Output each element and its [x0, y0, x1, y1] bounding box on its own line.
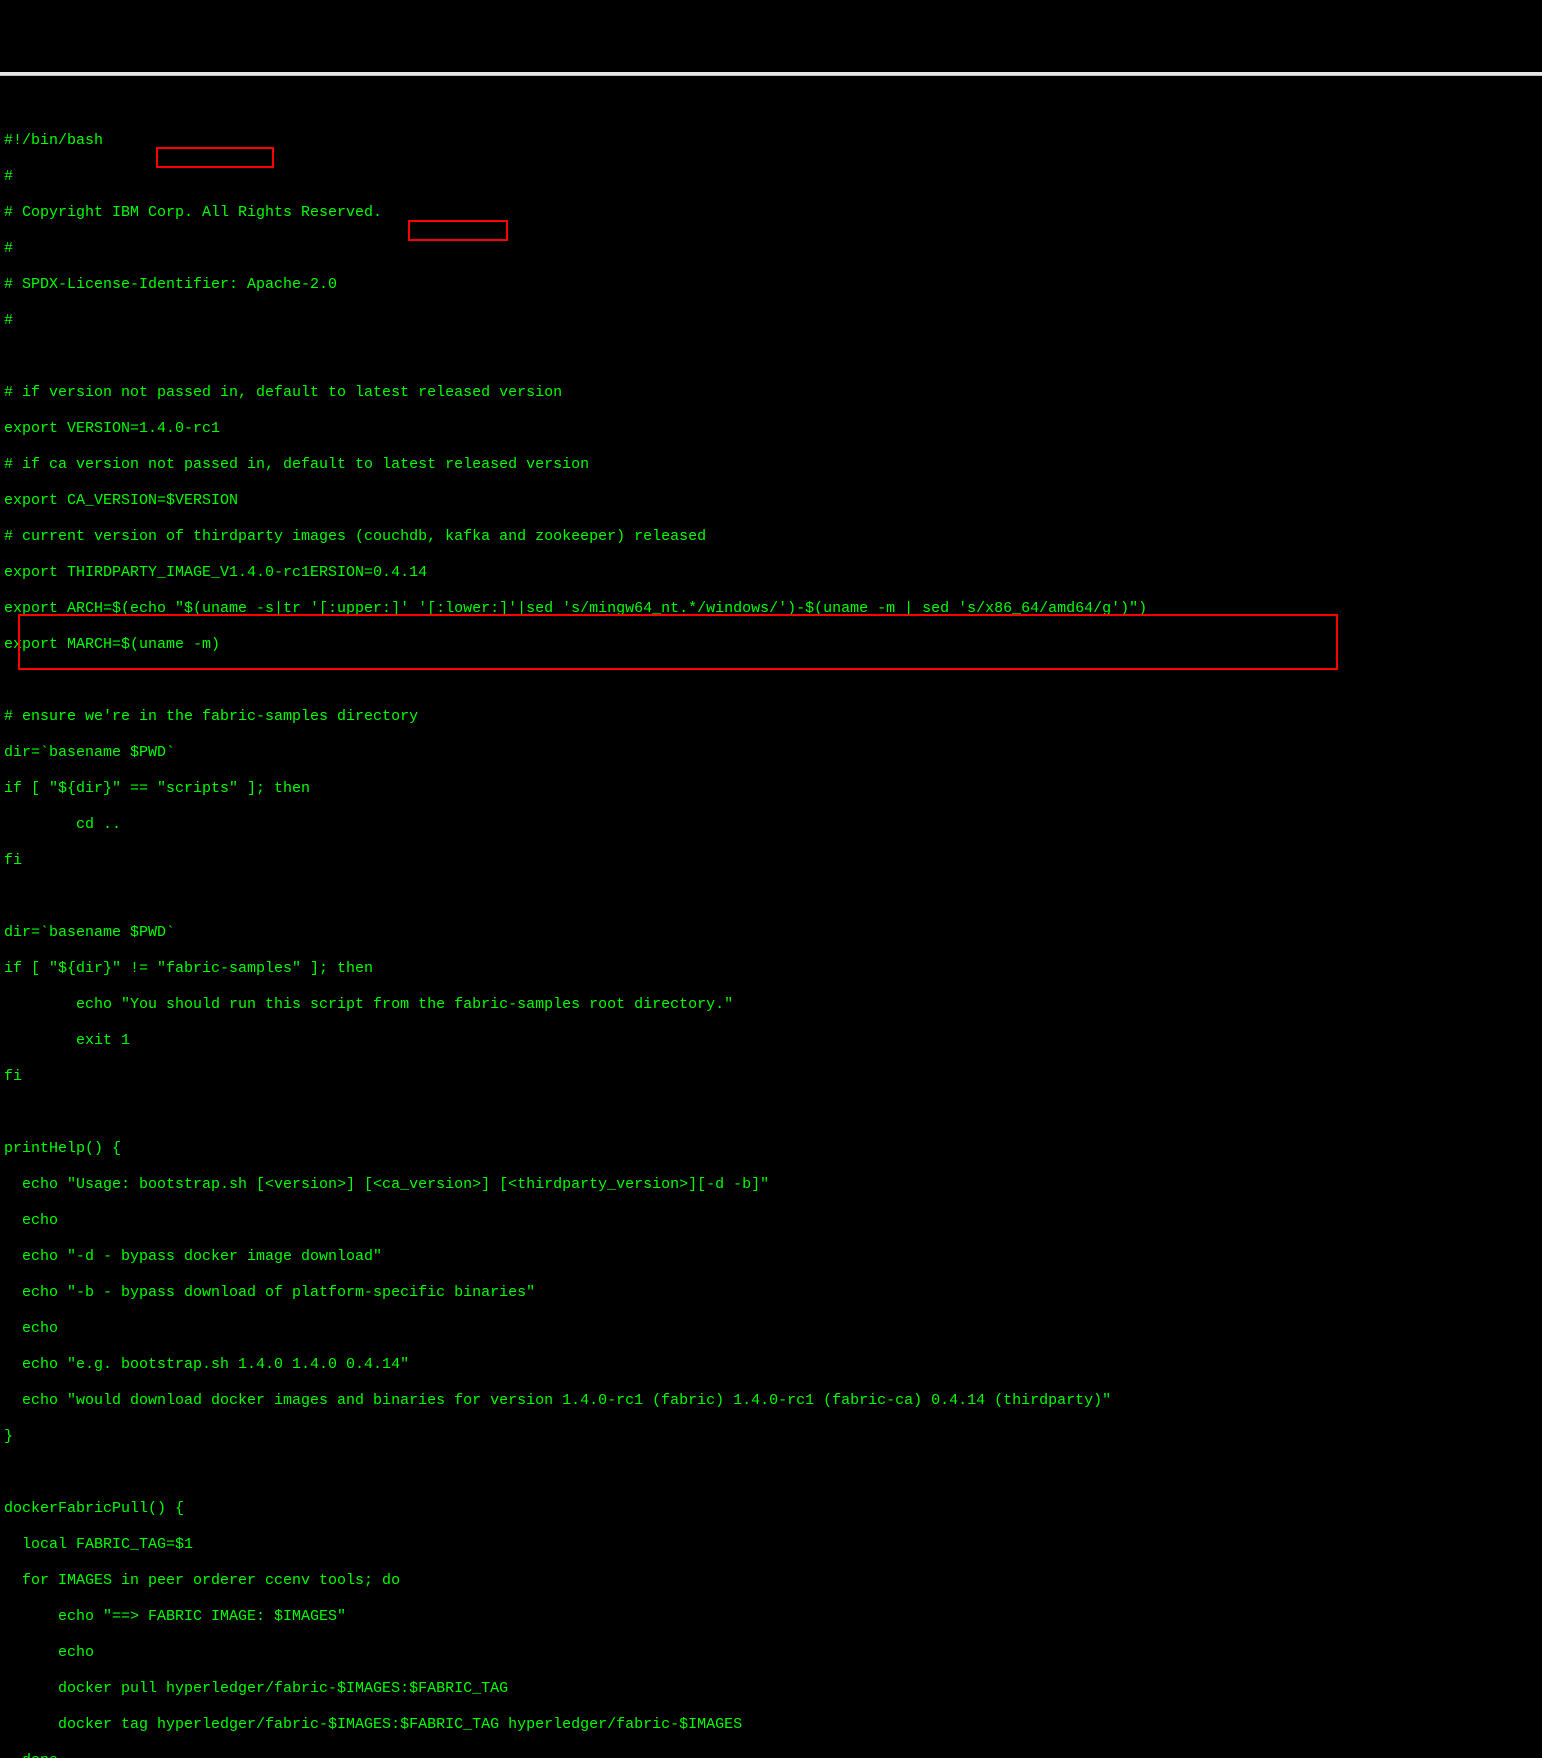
- code-line: docker tag hyperledger/fabric-$IMAGES:$F…: [4, 1716, 1538, 1734]
- code-line: export THIRDPARTY_IMAGE_V1.4.0-rc1ERSION…: [4, 564, 1538, 582]
- code-line: printHelp() {: [4, 1140, 1538, 1158]
- code-line: [4, 348, 1538, 366]
- code-line: echo "==> FABRIC IMAGE: $IMAGES": [4, 1608, 1538, 1626]
- code-line: docker pull hyperledger/fabric-$IMAGES:$…: [4, 1680, 1538, 1698]
- code-line: done: [4, 1752, 1538, 1758]
- code-line: # SPDX-License-Identifier: Apache-2.0: [4, 276, 1538, 294]
- code-line: export VERSION=1.4.0-rc1: [4, 420, 1538, 438]
- code-line: echo "Usage: bootstrap.sh [<version>] [<…: [4, 1176, 1538, 1194]
- code-line: echo: [4, 1644, 1538, 1662]
- code-line: # Copyright IBM Corp. All Rights Reserve…: [4, 204, 1538, 222]
- code-line: echo "You should run this script from th…: [4, 996, 1538, 1014]
- code-line: export ARCH=$(echo "$(uname -s|tr '[:upp…: [4, 600, 1538, 618]
- code-line: # if version not passed in, default to l…: [4, 384, 1538, 402]
- code-line: cd ..: [4, 816, 1538, 834]
- code-line: if [ "${dir}" == "scripts" ]; then: [4, 780, 1538, 798]
- code-line: fi: [4, 852, 1538, 870]
- code-line: [4, 1464, 1538, 1482]
- code-line: #: [4, 312, 1538, 330]
- code-line: export CA_VERSION=$VERSION: [4, 492, 1538, 510]
- code-line: export MARCH=$(uname -m): [4, 636, 1538, 654]
- code-line: # ensure we're in the fabric-samples dir…: [4, 708, 1538, 726]
- code-line: fi: [4, 1068, 1538, 1086]
- code-line: local FABRIC_TAG=$1: [4, 1536, 1538, 1554]
- code-line: #: [4, 168, 1538, 186]
- code-line: [4, 888, 1538, 906]
- code-line: for IMAGES in peer orderer ccenv tools; …: [4, 1572, 1538, 1590]
- code-line: # if ca version not passed in, default t…: [4, 456, 1538, 474]
- code-line: [4, 1104, 1538, 1122]
- code-line: }: [4, 1428, 1538, 1446]
- code-line: echo "-b - bypass download of platform-s…: [4, 1284, 1538, 1302]
- terminal-code-viewer: #!/bin/bash # # Copyright IBM Corp. All …: [0, 112, 1542, 1758]
- window-titlebar: [0, 72, 1542, 76]
- code-line: #: [4, 240, 1538, 258]
- code-line: dir=`basename $PWD`: [4, 924, 1538, 942]
- code-line: echo: [4, 1212, 1538, 1230]
- code-line: # current version of thirdparty images (…: [4, 528, 1538, 546]
- code-line: exit 1: [4, 1032, 1538, 1050]
- code-line: if [ "${dir}" != "fabric-samples" ]; the…: [4, 960, 1538, 978]
- code-line: echo "-d - bypass docker image download": [4, 1248, 1538, 1266]
- code-line: [4, 672, 1538, 690]
- code-line: dir=`basename $PWD`: [4, 744, 1538, 762]
- code-line: dockerFabricPull() {: [4, 1500, 1538, 1518]
- code-line: echo "would download docker images and b…: [4, 1392, 1538, 1410]
- code-line: echo "e.g. bootstrap.sh 1.4.0 1.4.0 0.4.…: [4, 1356, 1538, 1374]
- code-line: echo: [4, 1320, 1538, 1338]
- code-line: #!/bin/bash: [4, 132, 1538, 150]
